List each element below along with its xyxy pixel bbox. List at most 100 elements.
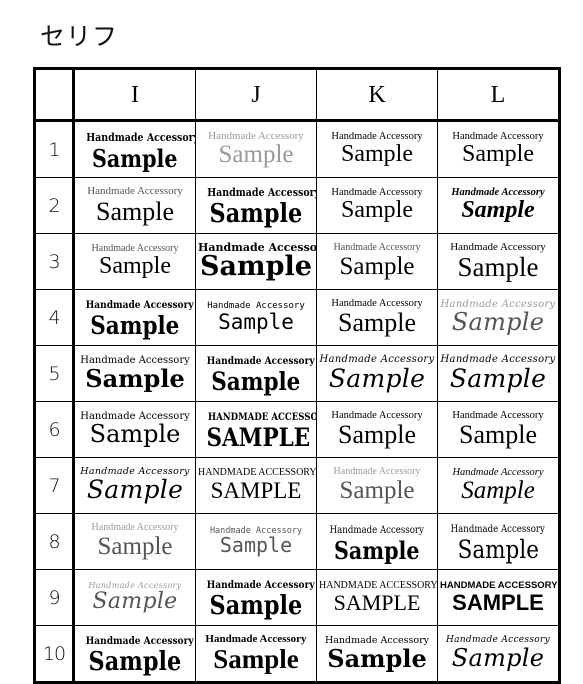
sample-main-text: Sample: [461, 197, 535, 224]
sample-cell-5-l[interactable]: Handmade Accessory Sample: [437, 345, 560, 402]
sample-top-text: Handmade Accessory: [329, 524, 425, 536]
sample-top-text: Handmade Accessory: [206, 355, 315, 368]
row-label: 10: [34, 625, 75, 683]
sample-cell-6-i[interactable]: Handmade Accessory Sample: [73, 401, 196, 458]
sample-cell-5-k[interactable]: Handmade Accessory Sample: [316, 345, 438, 402]
sample-cell-5-j[interactable]: Handmade Accessory Sample: [195, 345, 317, 402]
sample-top-text: Handmade Accessory: [85, 299, 194, 312]
sample-cell-4-i[interactable]: Handmade Accessory Sample: [73, 289, 196, 346]
sample-cell-4-l[interactable]: Handmade Accessory Sample: [437, 289, 560, 346]
sample-main-text: Sample: [85, 364, 185, 394]
sample-main-text: Sample: [327, 643, 427, 673]
row-label: 3: [34, 233, 75, 290]
sample-cell-3-l[interactable]: Handmade Accessory Sample: [437, 233, 560, 290]
column-header-j: J: [195, 68, 317, 122]
sample-cell-9-k[interactable]: HANDMADE ACCESSORY SAMPLE: [316, 569, 438, 626]
table-row: 7 Handmade Accessory Sample HANDMADE ACC…: [34, 457, 560, 514]
sample-cell-8-l[interactable]: Handmade Accessory Sample: [437, 513, 560, 570]
sample-cell-6-l[interactable]: Handmade Accessory Sample: [437, 401, 560, 458]
sample-cell-3-i[interactable]: Handmade Accessory Sample: [73, 233, 196, 290]
sample-main-text: Sample: [339, 252, 415, 280]
sample-cell-2-l[interactable]: Handmade Accessory Sample: [437, 177, 560, 234]
sample-cell-5-i[interactable]: Handmade Accessory Sample: [73, 345, 196, 402]
row-label: 1: [34, 120, 75, 178]
table-row: 5 Handmade Accessory Sample Handmade Acc…: [34, 345, 560, 402]
table-header-row: I J K L: [34, 68, 560, 122]
table-row: 10 Handmade Accessory Sample Handmade Ac…: [34, 625, 560, 683]
sample-cell-2-i[interactable]: Handmade Accessory Sample: [73, 177, 196, 234]
sample-main-text: Sample: [90, 311, 180, 341]
sample-cell-7-k[interactable]: Handmade Accessory Sample: [316, 457, 438, 514]
row-label: 7: [34, 457, 75, 514]
row-label: 5: [34, 345, 75, 402]
sample-cell-4-j[interactable]: Handmade Accessory Sample: [195, 289, 317, 346]
font-sample-table: I J K L 1 Handmade Accessory Sample Hand…: [33, 67, 561, 684]
table-row: 9 Handmade Accessory Sample Handmade Acc…: [34, 569, 560, 626]
row-label: 8: [34, 513, 75, 570]
sample-main-text: Sample: [341, 197, 413, 224]
sample-cell-4-k[interactable]: Handmade Accessory Sample: [316, 289, 438, 346]
row-label: 4: [34, 289, 75, 346]
sample-cell-6-k[interactable]: Handmade Accessory Sample: [316, 401, 438, 458]
sample-main-text: Sample: [338, 420, 416, 450]
table-header: I J K L: [34, 68, 560, 122]
sample-top-text: Handmade Accessory: [205, 632, 307, 645]
sample-top-text: Handmade Accessory: [324, 634, 430, 646]
sample-main-text: Sample: [200, 251, 312, 283]
sample-main-text: SAMPLE: [333, 590, 421, 616]
sample-cell-10-l[interactable]: Handmade Accessory Sample: [437, 625, 560, 683]
sample-cell-8-i[interactable]: Handmade Accessory Sample: [73, 513, 196, 570]
sample-main-text: SAMPLE: [210, 477, 302, 503]
sample-cell-8-k[interactable]: Handmade Accessory Sample: [316, 513, 438, 570]
table-body: 1 Handmade Accessory Sample Handmade Acc…: [34, 120, 560, 683]
column-header-k: K: [316, 68, 438, 122]
sample-top-text: Handmade Accessory: [446, 635, 550, 646]
row-label: 9: [34, 569, 75, 626]
sample-cell-8-j[interactable]: Handmade Accessory Sample: [195, 513, 317, 570]
sample-cell-7-j[interactable]: HANDMADE ACCESSORY SAMPLE: [195, 457, 317, 514]
sample-main-text: Sample: [213, 644, 299, 675]
sample-cell-1-k[interactable]: Handmade Accessory Sample: [316, 120, 438, 178]
sample-main-text: Sample: [339, 476, 415, 504]
table-row: 4 Handmade Accessory Sample Handmade Acc…: [34, 289, 560, 346]
sample-main-text: Sample: [218, 310, 294, 335]
table-row: 8 Handmade Accessory Sample Handmade Acc…: [34, 513, 560, 570]
sample-cell-3-k[interactable]: Handmade Accessory Sample: [316, 233, 438, 290]
sample-main-text: Sample: [219, 533, 293, 558]
table-row: 6 Handmade Accessory Sample HANDMADE ACC…: [34, 401, 560, 458]
sample-main-text: Sample: [88, 646, 182, 677]
sample-cell-2-k[interactable]: Handmade Accessory Sample: [316, 177, 438, 234]
sample-main-text: Sample: [338, 308, 416, 338]
sample-main-text: Sample: [86, 475, 184, 505]
sample-cell-10-i[interactable]: Handmade Accessory Sample: [73, 625, 196, 683]
sample-cell-6-j[interactable]: HANDMADE ACCESSORY SAMPLE: [195, 401, 317, 458]
sample-cell-2-j[interactable]: Handmade Accessory Sample: [195, 177, 317, 234]
sample-cell-7-i[interactable]: Handmade Accessory Sample: [73, 457, 196, 514]
sample-cell-9-l[interactable]: HANDMADE ACCESSORY SAMPLE: [437, 569, 560, 626]
sample-top-text: Handmade Accessory: [207, 185, 317, 199]
sample-main-text: Sample: [209, 590, 303, 621]
row-label: 6: [34, 401, 75, 458]
sample-cell-10-k[interactable]: Handmade Accessory Sample: [316, 625, 438, 683]
sample-cell-3-j[interactable]: Handmade Accessory Sample: [195, 233, 317, 290]
sample-cell-1-l[interactable]: Handmade Accessory Sample: [437, 120, 560, 178]
sample-top-text: Handmade Accessory: [86, 130, 196, 144]
sample-cell-9-j[interactable]: Handmade Accessory Sample: [195, 569, 317, 626]
sample-main-text: Sample: [211, 367, 301, 397]
table-row: 3 Handmade Accessory Sample Handmade Acc…: [34, 233, 560, 290]
sample-main-text: Sample: [92, 589, 178, 615]
table-row: 1 Handmade Accessory Sample Handmade Acc…: [34, 120, 560, 178]
sample-main-text: Sample: [328, 363, 426, 393]
sample-cell-1-j[interactable]: Handmade Accessory Sample: [195, 120, 317, 178]
sample-cell-10-j[interactable]: Handmade Accessory Sample: [195, 625, 317, 683]
column-header-l: L: [437, 68, 560, 122]
sample-main-text: Sample: [99, 253, 171, 280]
sample-cell-1-i[interactable]: Handmade Accessory Sample: [73, 120, 196, 178]
sample-main-text: Sample: [457, 535, 539, 565]
sample-cell-7-l[interactable]: Handmade Accessory Sample: [437, 457, 560, 514]
sample-main-text: Sample: [451, 308, 545, 337]
sample-top-text: Handmade Accessory: [206, 578, 315, 591]
sample-main-text: Sample: [449, 363, 547, 393]
column-header-i: I: [73, 68, 196, 122]
sample-cell-9-i[interactable]: Handmade Accessory Sample: [73, 569, 196, 626]
